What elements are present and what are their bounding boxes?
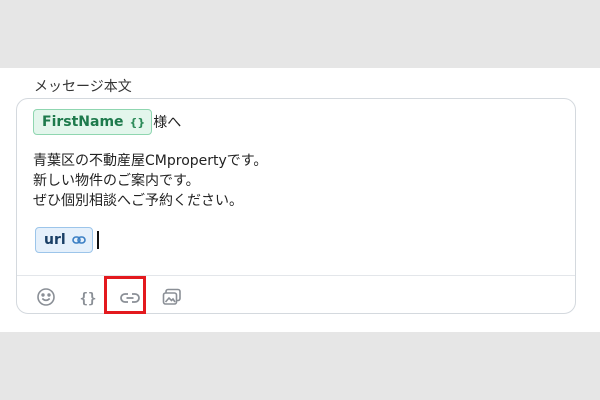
emoji-button[interactable]: [31, 287, 61, 311]
text-cursor: [96, 231, 99, 249]
url-chip-label: url: [44, 232, 66, 248]
insert-variable-button[interactable]: {}: [73, 287, 103, 311]
message-line: ぜひ個別相談へご予約ください。: [33, 193, 243, 209]
message-text: 青葉区の不動産屋CMpropertyです。 新しい物件のご案内です。 ぜひ個別相…: [33, 151, 267, 211]
firstname-variable-chip[interactable]: FirstName {}: [33, 109, 153, 135]
emoji-icon: [36, 287, 56, 311]
message-editor[interactable]: FirstName {} 様へ 青葉区の不動産屋CMpropertyです。 新し…: [16, 98, 576, 314]
greeting-line: FirstName {} 様へ: [33, 109, 181, 135]
image-icon: [162, 288, 182, 310]
message-body-panel: メッセージ本文 FirstName {} 様へ 青葉区の不動産屋CMproper…: [0, 68, 600, 332]
variable-braces-icon: {}: [79, 291, 97, 307]
message-line: 新しい物件のご案内です。: [33, 173, 200, 189]
insert-image-button[interactable]: [157, 287, 187, 311]
variable-chip-label: FirstName: [42, 114, 124, 130]
link-icon: [71, 235, 86, 245]
url-variable-chip[interactable]: url: [35, 227, 93, 253]
message-line: 青葉区の不動産屋CMpropertyです。: [33, 153, 268, 169]
toolbar-divider: [17, 275, 575, 276]
greeting-suffix: 様へ: [153, 115, 182, 131]
link-button-highlight: [104, 276, 146, 314]
variable-braces-icon: {}: [129, 115, 146, 129]
field-label: メッセージ本文: [34, 79, 132, 95]
url-line: url: [35, 227, 99, 253]
